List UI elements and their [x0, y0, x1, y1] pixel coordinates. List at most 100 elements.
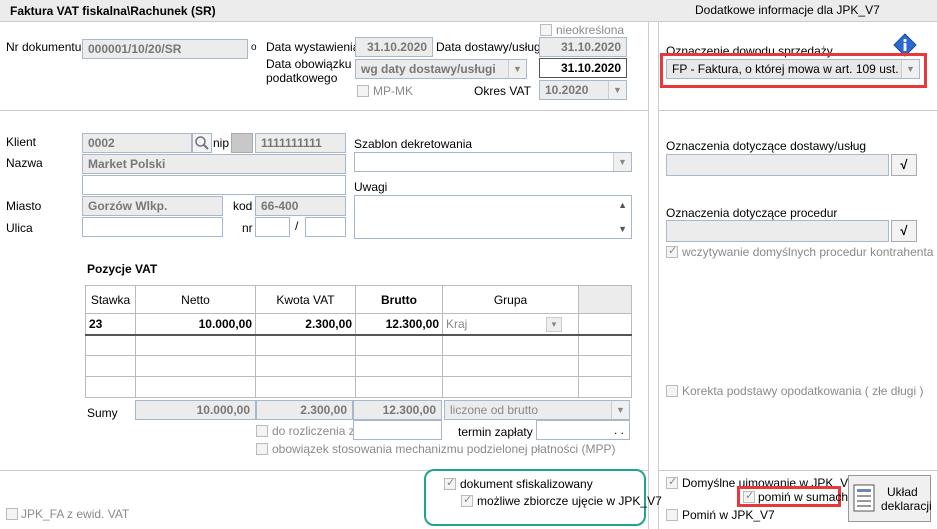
data-obowiazku-combo[interactable]: wg daty dostawy/usługi ▼ [355, 59, 527, 79]
uwagi-textarea[interactable]: ▲ ▼ [354, 195, 632, 239]
data-dostawy-label: Data dostawy/usługi [436, 40, 544, 54]
chevron-down-icon[interactable]: ▼ [613, 153, 631, 171]
data-obowiazku-label: Data obowiązku podatkowego [266, 57, 352, 85]
right-panel-title: Dodatkowe informacje dla JPK_V7 [695, 3, 880, 17]
uwagi-label: Uwagi [354, 180, 388, 194]
data-obowiazku-field[interactable]: 31.10.2020 [539, 58, 627, 78]
nr-domu-field[interactable] [255, 217, 290, 237]
table-row[interactable] [85, 376, 632, 398]
oznaczenie-dowodu-value: FP - Faktura, o której mowa w art. 109 u… [672, 62, 919, 76]
table-row[interactable] [85, 355, 632, 377]
cell-kwota[interactable]: 2.300,00 [255, 313, 356, 335]
chevron-down-icon[interactable]: ▼ [901, 60, 919, 78]
do-rozliczenia-field[interactable] [353, 420, 442, 440]
panel-divider [648, 22, 649, 529]
scroll-up-icon[interactable]: ▲ [618, 200, 627, 210]
cell-grupa[interactable]: Kraj ▼ [442, 313, 579, 335]
klient-field[interactable]: 0002 [82, 133, 192, 153]
sfiskalizowany-label: dokument sfiskalizowany [460, 477, 593, 491]
wczytywanie-checkbox[interactable] [666, 244, 678, 258]
chevron-down-icon[interactable]: ▼ [508, 60, 526, 78]
miasto-field[interactable]: Gorzów Wlkp. [82, 196, 223, 216]
data-wystawienia-label: Data wystawienia [266, 40, 360, 54]
oznaczenia-dostawy-button[interactable]: √ [891, 154, 917, 176]
nr-dokumentu-label: Nr dokumentu [6, 40, 82, 54]
cell-brutto[interactable]: 12.300,00 [355, 313, 443, 335]
nr-lokalu-field[interactable] [305, 217, 346, 237]
nieokreslona-checkbox[interactable] [540, 24, 552, 36]
search-icon[interactable] [192, 133, 212, 153]
okres-vat-combo[interactable]: 10.2020 ▼ [539, 80, 627, 100]
slash-separator: / [295, 219, 299, 233]
table-row[interactable] [85, 334, 632, 356]
section-divider [0, 110, 648, 111]
uklad-deklaracji-button[interactable]: Układ deklaracji [848, 475, 932, 522]
mpp-checkbox[interactable] [256, 443, 268, 455]
szablon-combo[interactable]: ▼ [354, 152, 632, 172]
domyslne-checkbox[interactable] [666, 475, 678, 489]
sum-kwota-field: 2.300,00 [256, 400, 353, 420]
header-empty [578, 285, 632, 314]
ulica-field[interactable] [82, 217, 223, 237]
nip-prefix-box[interactable] [231, 133, 253, 153]
data-dostawy-field[interactable]: 31.10.2020 [539, 37, 627, 57]
nip-field[interactable]: 1111111111 [255, 133, 346, 153]
jpkfa-label: JPK_FA z ewid. VAT [21, 507, 130, 521]
kod-field[interactable]: 66-400 [255, 196, 346, 216]
mpp-label: obowiązek stosowania mechanizmu podzielo… [272, 442, 616, 456]
termin-zaplaty-label: termin zapłaty [458, 425, 533, 439]
nr-dokumentu-field[interactable]: 000001/10/20/SR [82, 39, 248, 59]
jpkfa-checkbox[interactable] [6, 508, 18, 520]
szablon-label: Szablon dekretowania [354, 137, 473, 151]
sum-brutto-field: 12.300,00 [353, 400, 442, 420]
nazwa-line2-field[interactable] [82, 175, 346, 195]
link-icon[interactable]: o [251, 42, 257, 53]
chevron-down-icon[interactable]: ▼ [546, 317, 562, 332]
nieokreslona-label: nieokreślona [556, 23, 625, 37]
okres-vat-label: Okres VAT [474, 84, 531, 98]
oznaczenia-dostawy-field[interactable] [666, 154, 889, 176]
oznaczenia-procedur-field[interactable] [666, 220, 889, 242]
section-divider [658, 470, 937, 471]
data-wystawienia-field[interactable]: 31.10.2020 [355, 37, 433, 57]
header-grupa: Grupa [442, 285, 579, 314]
nazwa-field[interactable]: Market Polski [82, 154, 346, 174]
korekta-label: Korekta podstawy opodatkowania ( złe dłu… [682, 384, 924, 398]
sumy-label: Sumy [87, 406, 118, 420]
oznaczenie-dowodu-combo[interactable]: FP - Faktura, o której mowa w art. 109 u… [666, 59, 920, 79]
grupa-value: Kraj [446, 316, 468, 331]
oznaczenia-procedur-button[interactable]: √ [891, 220, 917, 242]
mpmk-checkbox[interactable] [357, 85, 369, 97]
scroll-down-icon[interactable]: ▼ [618, 224, 627, 234]
chevron-down-icon[interactable]: ▼ [611, 401, 629, 419]
pomin-jpk-checkbox[interactable] [666, 509, 678, 521]
data-obowiazku-text: Data obowiązku podatkowego [266, 57, 352, 85]
klient-label: Klient [6, 135, 37, 149]
cell-netto[interactable]: 10.000,00 [135, 313, 256, 335]
table-row[interactable]: 23 10.000,00 2.300,00 12.300,00 Kraj ▼ [85, 313, 632, 335]
sfiskalizowany-checkbox[interactable] [444, 476, 456, 490]
kod-label: kod [233, 199, 253, 213]
vat-table: Stawka Netto Kwota VAT Brutto Grupa 23 1… [85, 285, 632, 398]
cell-empty [578, 313, 632, 335]
termin-zaplaty-field[interactable]: . . [536, 420, 630, 440]
do-rozliczenia-checkbox[interactable] [256, 425, 268, 437]
data-obowiazku-combo-value: wg daty dostawy/usługi [361, 62, 496, 76]
table-header-row: Stawka Netto Kwota VAT Brutto Grupa [85, 285, 632, 314]
zbiorcze-checkbox[interactable] [461, 493, 473, 507]
chevron-down-icon[interactable]: ▼ [608, 81, 626, 99]
korekta-checkbox[interactable] [666, 385, 678, 397]
sum-combo[interactable]: liczone od brutto ▼ [444, 400, 630, 420]
uklad-line2: deklaracji [881, 499, 932, 513]
form-title: Faktura VAT fiskalna\Rachunek (SR) [10, 4, 216, 18]
sum-combo-value: liczone od brutto [450, 403, 539, 417]
okres-vat-value: 10.2020 [545, 83, 589, 97]
oznaczenia-procedur-label: Oznaczenia dotyczące procedur [666, 206, 838, 220]
header-netto: Netto [135, 285, 256, 314]
cell-stawka[interactable]: 23 [85, 313, 136, 335]
do-rozliczenia-label: do rozliczenia zł [272, 424, 358, 438]
ulica-label: Ulica [6, 221, 33, 235]
pomin-sumach-label: pomiń w sumach [758, 490, 849, 504]
right-panel-border [658, 22, 659, 529]
pomin-sumach-checkbox[interactable] [743, 489, 755, 503]
